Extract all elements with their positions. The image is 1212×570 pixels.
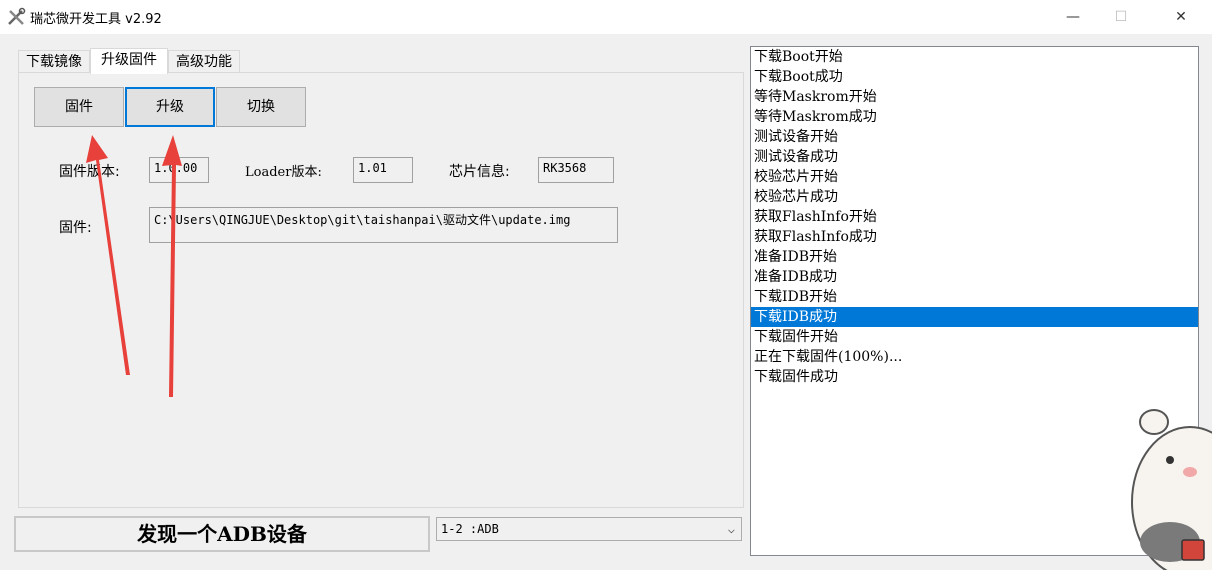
log-item[interactable]: 下载IDB开始 xyxy=(751,287,1198,307)
maximize-button[interactable]: ☐ xyxy=(1098,0,1144,34)
log-item[interactable]: 等待Maskrom成功 xyxy=(751,107,1198,127)
client-area: 下载镜像 升级固件 高级功能 固件 升级 切换 固件版本: 1.0.00 Loa… xyxy=(0,34,1212,570)
log-item[interactable]: 下载固件开始 xyxy=(751,327,1198,347)
tab-upgrade-firmware[interactable]: 升级固件 xyxy=(90,48,168,74)
log-item[interactable]: 准备IDB开始 xyxy=(751,247,1198,267)
close-button[interactable]: ✕ xyxy=(1158,0,1204,34)
minimize-button[interactable]: — xyxy=(1050,0,1096,34)
chip-info-label: 芯片信息: xyxy=(449,164,510,180)
log-item[interactable]: 测试设备开始 xyxy=(751,127,1198,147)
log-item[interactable]: 正在下载固件(100%)... xyxy=(751,347,1198,367)
switch-button[interactable]: 切换 xyxy=(216,87,306,127)
log-item[interactable]: 测试设备成功 xyxy=(751,147,1198,167)
log-item[interactable]: 校验芯片成功 xyxy=(751,187,1198,207)
window-title: 瑞芯微开发工具 v2.92 xyxy=(30,12,162,27)
log-item[interactable]: 下载Boot成功 xyxy=(751,67,1198,87)
title-bar: 瑞芯微开发工具 v2.92 — ☐ ✕ xyxy=(0,0,1212,34)
status-message: 发现一个ADB设备 xyxy=(14,516,430,552)
firmware-version-field: 1.0.00 xyxy=(149,157,209,183)
log-item[interactable]: 获取FlashInfo成功 xyxy=(751,227,1198,247)
bear-sticker xyxy=(1131,409,1212,570)
log-item[interactable]: 获取FlashInfo开始 xyxy=(751,207,1198,227)
tab-download-image[interactable]: 下载镜像 xyxy=(18,50,90,72)
tools-icon xyxy=(8,7,26,25)
device-select[interactable]: 1-2 :ADB ⌵ xyxy=(436,517,742,541)
device-select-value: 1-2 :ADB xyxy=(441,522,499,536)
chip-info-field: RK3568 xyxy=(538,157,614,183)
tab-advanced[interactable]: 高级功能 xyxy=(168,50,240,72)
upgrade-button[interactable]: 升级 xyxy=(125,87,215,127)
log-item[interactable]: 准备IDB成功 xyxy=(751,267,1198,287)
firmware-path-field: C:\Users\QINGJUE\Desktop\git\taishanpai\… xyxy=(149,207,618,243)
loader-version-label: Loader版本: xyxy=(245,165,322,180)
log-item[interactable]: 下载IDB成功 xyxy=(751,307,1198,327)
log-item[interactable]: 等待Maskrom开始 xyxy=(751,87,1198,107)
chevron-down-icon[interactable]: ⌵ xyxy=(728,518,735,540)
loader-version-field: 1.01 xyxy=(353,157,413,183)
upgrade-panel: 固件 升级 切换 固件版本: 1.0.00 Loader版本: 1.01 芯片信… xyxy=(18,72,744,508)
log-item[interactable]: 下载Boot开始 xyxy=(751,47,1198,67)
firmware-button[interactable]: 固件 xyxy=(34,87,124,127)
log-item[interactable]: 下载固件成功 xyxy=(751,367,1198,387)
firmware-version-label: 固件版本: xyxy=(59,164,120,180)
firmware-path-label: 固件: xyxy=(59,220,92,236)
log-item[interactable]: 校验芯片开始 xyxy=(751,167,1198,187)
